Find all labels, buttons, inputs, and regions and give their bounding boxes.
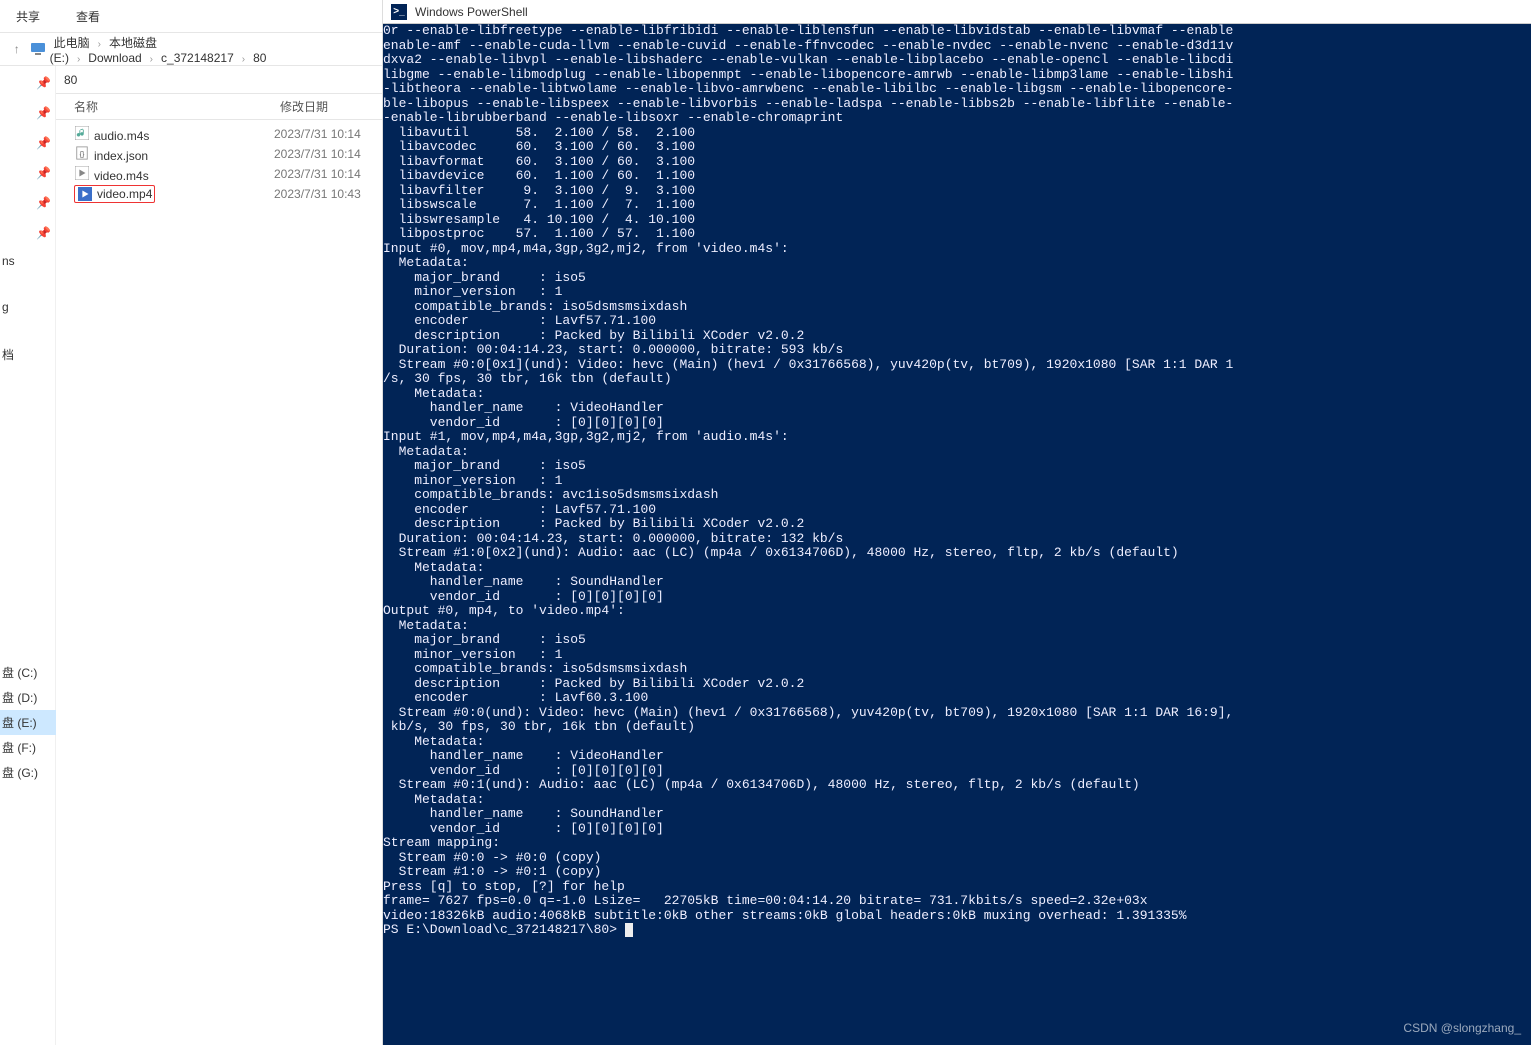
ps-prompt[interactable]: PS E:\Download\c_372148217\80> — [383, 923, 1531, 938]
sidebar-label: ns — [0, 254, 55, 268]
powershell-icon: >_ — [391, 4, 407, 20]
pin-icon: 📌 — [36, 136, 51, 150]
file-icon: {} — [74, 145, 90, 161]
pinned-item[interactable]: 📌 — [0, 104, 55, 122]
file-name: video.mp4 — [97, 187, 152, 201]
chevron-right-icon: › — [98, 39, 101, 50]
ribbon: 共享 查看 — [0, 0, 382, 32]
ribbon-share[interactable]: 共享 — [8, 4, 48, 29]
breadcrumb-item[interactable]: c_372148217 — [157, 49, 238, 67]
pinned-item[interactable]: 📌 — [0, 164, 55, 182]
pin-icon: 📌 — [36, 76, 51, 90]
file-name: video.m4s — [94, 169, 149, 183]
ribbon-view[interactable]: 查看 — [68, 4, 108, 29]
pin-icon: 📌 — [36, 226, 51, 240]
file-row[interactable]: {} index.json 2023/7/31 10:14 — [56, 144, 382, 164]
file-date: 2023/7/31 10:14 — [274, 147, 361, 161]
chevron-right-icon: › — [150, 54, 153, 65]
file-name: audio.m4s — [94, 129, 149, 143]
breadcrumb-item[interactable]: 80 — [249, 49, 270, 67]
file-list: audio.m4s 2023/7/31 10:14 {} index.json 2023… — [56, 120, 382, 1045]
ps-title-bar[interactable]: >_ Windows PowerShell — [383, 0, 1531, 24]
col-name-header[interactable]: 名称 — [56, 98, 280, 115]
pinned-item[interactable]: 📌 — [0, 134, 55, 152]
drive-list: 盘 (C:)盘 (D:)盘 (E:)盘 (F:)盘 (G:) — [0, 660, 56, 785]
drive-item[interactable]: 盘 (E:) — [0, 710, 56, 735]
pinned-item[interactable]: 📌 — [0, 224, 55, 242]
pinned-item[interactable]: 📌 — [0, 74, 55, 92]
powershell-window: >_ Windows PowerShell 0r --enable-libfre… — [383, 0, 1531, 1045]
ps-console[interactable]: 0r --enable-libfreetype --enable-libfrib… — [383, 24, 1531, 1045]
file-row[interactable]: audio.m4s 2023/7/31 10:14 — [56, 124, 382, 144]
nav-pane: 📌 📌 📌 📌 📌 📌 ns g 档 — [0, 66, 56, 1045]
drive-item[interactable]: 盘 (G:) — [0, 760, 56, 785]
file-icon — [77, 186, 93, 202]
pinned-item[interactable]: 📌 — [0, 194, 55, 212]
drive-item[interactable]: 盘 (C:) — [0, 660, 56, 685]
file-date: 2023/7/31 10:43 — [274, 187, 361, 201]
ps-output: 0r --enable-libfreetype --enable-libfrib… — [383, 24, 1531, 923]
cursor — [625, 923, 633, 937]
column-headers[interactable]: 名称 修改日期 — [56, 94, 382, 120]
ps-title-text: Windows PowerShell — [415, 5, 528, 19]
file-icon — [74, 165, 90, 181]
col-date-header[interactable]: 修改日期 — [280, 98, 380, 115]
sidebar-label: g — [0, 300, 55, 314]
pin-icon: 📌 — [36, 166, 51, 180]
file-explorer: 共享 查看 ↑ 此电脑›本地磁盘 (E:)›Download›c_3721482… — [0, 0, 383, 1045]
sidebar-label: 档 — [0, 346, 55, 363]
drive-item[interactable]: 盘 (F:) — [0, 735, 56, 760]
pin-icon: 📌 — [36, 196, 51, 210]
pc-icon — [30, 41, 46, 57]
file-icon — [74, 125, 90, 141]
folder-name: 80 — [64, 73, 77, 87]
svg-text:{}: {} — [80, 152, 85, 159]
nav-up-icon[interactable]: ↑ — [8, 40, 26, 58]
file-row[interactable]: video.m4s 2023/7/31 10:14 — [56, 164, 382, 184]
file-date: 2023/7/31 10:14 — [274, 167, 361, 181]
file-date: 2023/7/31 10:14 — [274, 127, 361, 141]
address-bar[interactable]: ↑ 此电脑›本地磁盘 (E:)›Download›c_372148217›80 — [0, 32, 382, 66]
watermark: CSDN @slongzhang_ — [1403, 1021, 1521, 1035]
chevron-right-icon: › — [242, 54, 245, 65]
breadcrumb-item[interactable]: Download — [84, 49, 145, 67]
drive-item[interactable]: 盘 (D:) — [0, 685, 56, 710]
pin-icon: 📌 — [36, 106, 51, 120]
chevron-right-icon: › — [77, 54, 80, 65]
file-row[interactable]: video.mp4 2023/7/31 10:43 — [56, 184, 382, 204]
file-name: index.json — [94, 149, 148, 163]
file-pane: 80 名称 修改日期 audio.m4s 2023/7/31 10:14 {} ind… — [56, 66, 382, 1045]
